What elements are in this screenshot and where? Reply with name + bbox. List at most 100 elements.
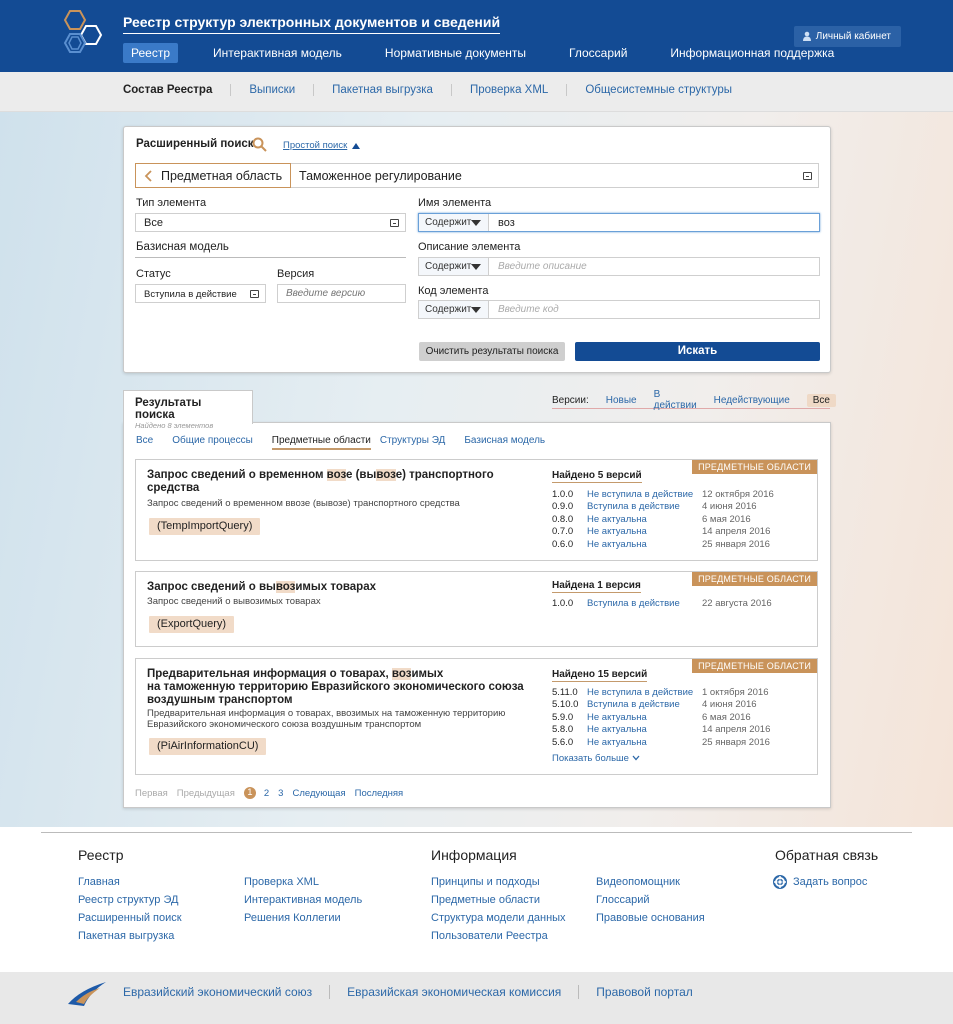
ask-question-link[interactable]: Задать вопрос [773, 875, 867, 889]
domain-select[interactable]: Таможенное регулирование [291, 163, 819, 188]
footer-link[interactable]: Видеопомощник [596, 876, 705, 888]
footer-link[interactable]: Реестр структур ЭД [78, 894, 182, 906]
site-title[interactable]: Реестр структур электронных документов и… [123, 14, 501, 34]
version-row[interactable]: 1.0.0 Вступила в действие 22 августа 2016 [552, 598, 772, 609]
version-row[interactable]: 5.6.0 Не актуальна 25 января 2016 [552, 737, 770, 748]
element-name-input[interactable]: воз [498, 217, 515, 229]
subnav-xml-check[interactable]: Проверка XML [450, 84, 566, 96]
footer-links-2b: Видеопомощник Глоссарий Правовые основан… [596, 876, 705, 930]
bottom-link-legal[interactable]: Правовой портал [578, 985, 709, 999]
bottom-link-eaeu[interactable]: Евразийский экономический союз [123, 985, 329, 999]
subnav-batch-export[interactable]: Пакетная выгрузка [313, 84, 451, 96]
result-title[interactable]: Запрос сведений о временном возе (вывозе… [147, 469, 507, 495]
element-name-field: Содержит воз [418, 213, 820, 232]
version-row[interactable]: 5.9.0 Не актуальна 6 мая 2016 [552, 712, 751, 723]
version-row[interactable]: 1.0.0 Не вступила в действие 12 октября 20… [552, 489, 774, 500]
caret-down-icon [471, 264, 481, 270]
filter-subject-areas[interactable]: Предметные области [271, 435, 371, 450]
result-title[interactable]: Запрос сведений о вывозимых товарах [147, 581, 507, 594]
bottom-bar: Евразийский экономический союз Евразийск… [0, 972, 953, 1024]
status-label: Статус [136, 268, 171, 280]
pager-page-1[interactable]: 1 [243, 787, 256, 799]
version-row[interactable]: 0.9.0 Вступила в действие 4 июня 2016 [552, 501, 757, 512]
filter-common-processes[interactable]: Общие процессы [172, 435, 253, 450]
footer-link[interactable]: Пользователи Реестра [431, 930, 566, 942]
filter-all[interactable]: Все [136, 435, 153, 450]
element-type-value: Все [144, 217, 163, 229]
element-code-field: Содержит Введите код [418, 300, 820, 319]
code-mode-select[interactable]: Содержит [419, 301, 489, 318]
search-button[interactable]: Искать [575, 342, 820, 361]
result-title[interactable]: Предварительная информация о товарах, во… [147, 668, 527, 707]
version-row[interactable]: 5.10.0 Вступила в действие 4 июня 2016 [552, 699, 757, 710]
clear-results-button[interactable]: Очистить результаты поиска [419, 342, 565, 361]
domain-value: Таможенное регулирование [299, 169, 462, 183]
element-code-input[interactable]: Введите код [498, 304, 559, 315]
footer-link[interactable]: Принципы и подходы [431, 876, 566, 888]
versions-active[interactable]: В действии [654, 389, 697, 411]
category-badge: ПРЕДМЕТНЫЕ ОБЛАСТИ [692, 460, 817, 474]
user-icon [802, 31, 811, 41]
bottom-link-eec[interactable]: Евразийская экономическая комиссия [329, 985, 578, 999]
pager-next[interactable]: Следующая [292, 788, 345, 799]
versions-found: Найдено 15 версий [552, 669, 648, 682]
nav-item-normative-docs[interactable]: Нормативные документы [377, 43, 534, 63]
cabinet-button[interactable]: Личный кабинет [793, 26, 901, 47]
version-row[interactable]: 0.6.0 Не актуальна 25 января 2016 [552, 539, 770, 550]
subnav-common-structures[interactable]: Общесистемные структуры [566, 84, 750, 96]
element-name-label: Имя элемента [418, 197, 492, 209]
footer-link[interactable]: Расширенный поиск [78, 912, 182, 924]
desc-mode-select[interactable]: Содержит [419, 258, 489, 275]
footer-link[interactable]: Правовые основания [596, 912, 705, 924]
footer-link[interactable]: Решения Коллегии [244, 912, 362, 924]
versions-all[interactable]: Все [806, 393, 836, 407]
select-arrow-icon [803, 172, 812, 180]
pager-page-3[interactable]: 3 [278, 788, 283, 799]
results-tab-title: Результаты поиска [135, 397, 202, 421]
select-arrow-icon [250, 290, 259, 298]
subnav-registry-content[interactable]: Состав Реестра [123, 84, 230, 96]
nav-item-registry[interactable]: Реестр [123, 43, 178, 63]
result-card[interactable]: ПРЕДМЕТНЫЕ ОБЛАСТИ Предварительная инфор… [135, 658, 818, 775]
category-badge: ПРЕДМЕТНЫЕ ОБЛАСТИ [692, 659, 817, 673]
nav-item-interactive-model[interactable]: Интерактивная модель [205, 43, 350, 63]
result-card[interactable]: ПРЕДМЕТНЫЕ ОБЛАСТИ Запрос сведений о выв… [135, 571, 818, 647]
footer-link[interactable]: Проверка XML [244, 876, 362, 888]
version-row[interactable]: 0.8.0 Не актуальна 6 мая 2016 [552, 514, 751, 525]
result-card[interactable]: ПРЕДМЕТНЫЕ ОБЛАСТИ Запрос сведений о вре… [135, 459, 818, 561]
pager-page-2[interactable]: 2 [264, 788, 269, 799]
nav-item-glossary[interactable]: Глоссарий [561, 43, 635, 63]
footer-link[interactable]: Интерактивная модель [244, 894, 362, 906]
footer-link[interactable]: Главная [78, 876, 182, 888]
footer-link[interactable]: Предметные области [431, 894, 566, 906]
version-row[interactable]: 5.11.0 Не вступила в действие 1 октября 20… [552, 687, 769, 698]
search-icon [252, 137, 267, 152]
footer-col-info: Информация [431, 847, 517, 875]
element-type-select[interactable]: Все [135, 213, 406, 232]
name-mode-select[interactable]: Содержит [419, 214, 489, 231]
filter-base-model[interactable]: Базисная модель [464, 435, 545, 450]
results-tab[interactable]: Результаты поиска Найдено 8 элементов [123, 390, 253, 430]
versions-inactive[interactable]: Недействующие [714, 395, 790, 406]
chevron-down-icon [632, 755, 640, 761]
element-desc-field: Содержит Введите описание [418, 257, 820, 276]
main-nav: Реестр Интерактивная модель Нормативные … [123, 43, 869, 63]
pager-last[interactable]: Последняя [355, 788, 404, 799]
subnav-extracts[interactable]: Выписки [230, 84, 313, 96]
pager-prev: Предыдущая [176, 787, 235, 799]
version-input[interactable] [277, 284, 406, 303]
show-more-link[interactable]: Показать больше [552, 753, 640, 764]
result-code: (TempImportQuery) [149, 518, 261, 535]
version-row[interactable]: 5.8.0 Не актуальна 14 апреля 2016 [552, 724, 770, 735]
versions-new[interactable]: Новые [606, 395, 637, 406]
version-row[interactable]: 0.7.0 Не актуальна 14 апреля 2016 [552, 526, 770, 537]
footer-link[interactable]: Пакетная выгрузка [78, 930, 182, 942]
simple-search-link[interactable]: Простой поиск [283, 140, 347, 151]
footer-link[interactable]: Структура модели данных [431, 912, 566, 924]
eaeu-logo-icon [68, 982, 106, 1006]
element-desc-input[interactable]: Введите описание [498, 261, 587, 272]
domain-back-button[interactable]: Предметная область [135, 163, 291, 188]
filter-ed-structures[interactable]: Структуры ЭД [380, 435, 445, 450]
footer-link[interactable]: Глоссарий [596, 894, 705, 906]
status-select[interactable]: Вступила в действие [135, 284, 266, 303]
